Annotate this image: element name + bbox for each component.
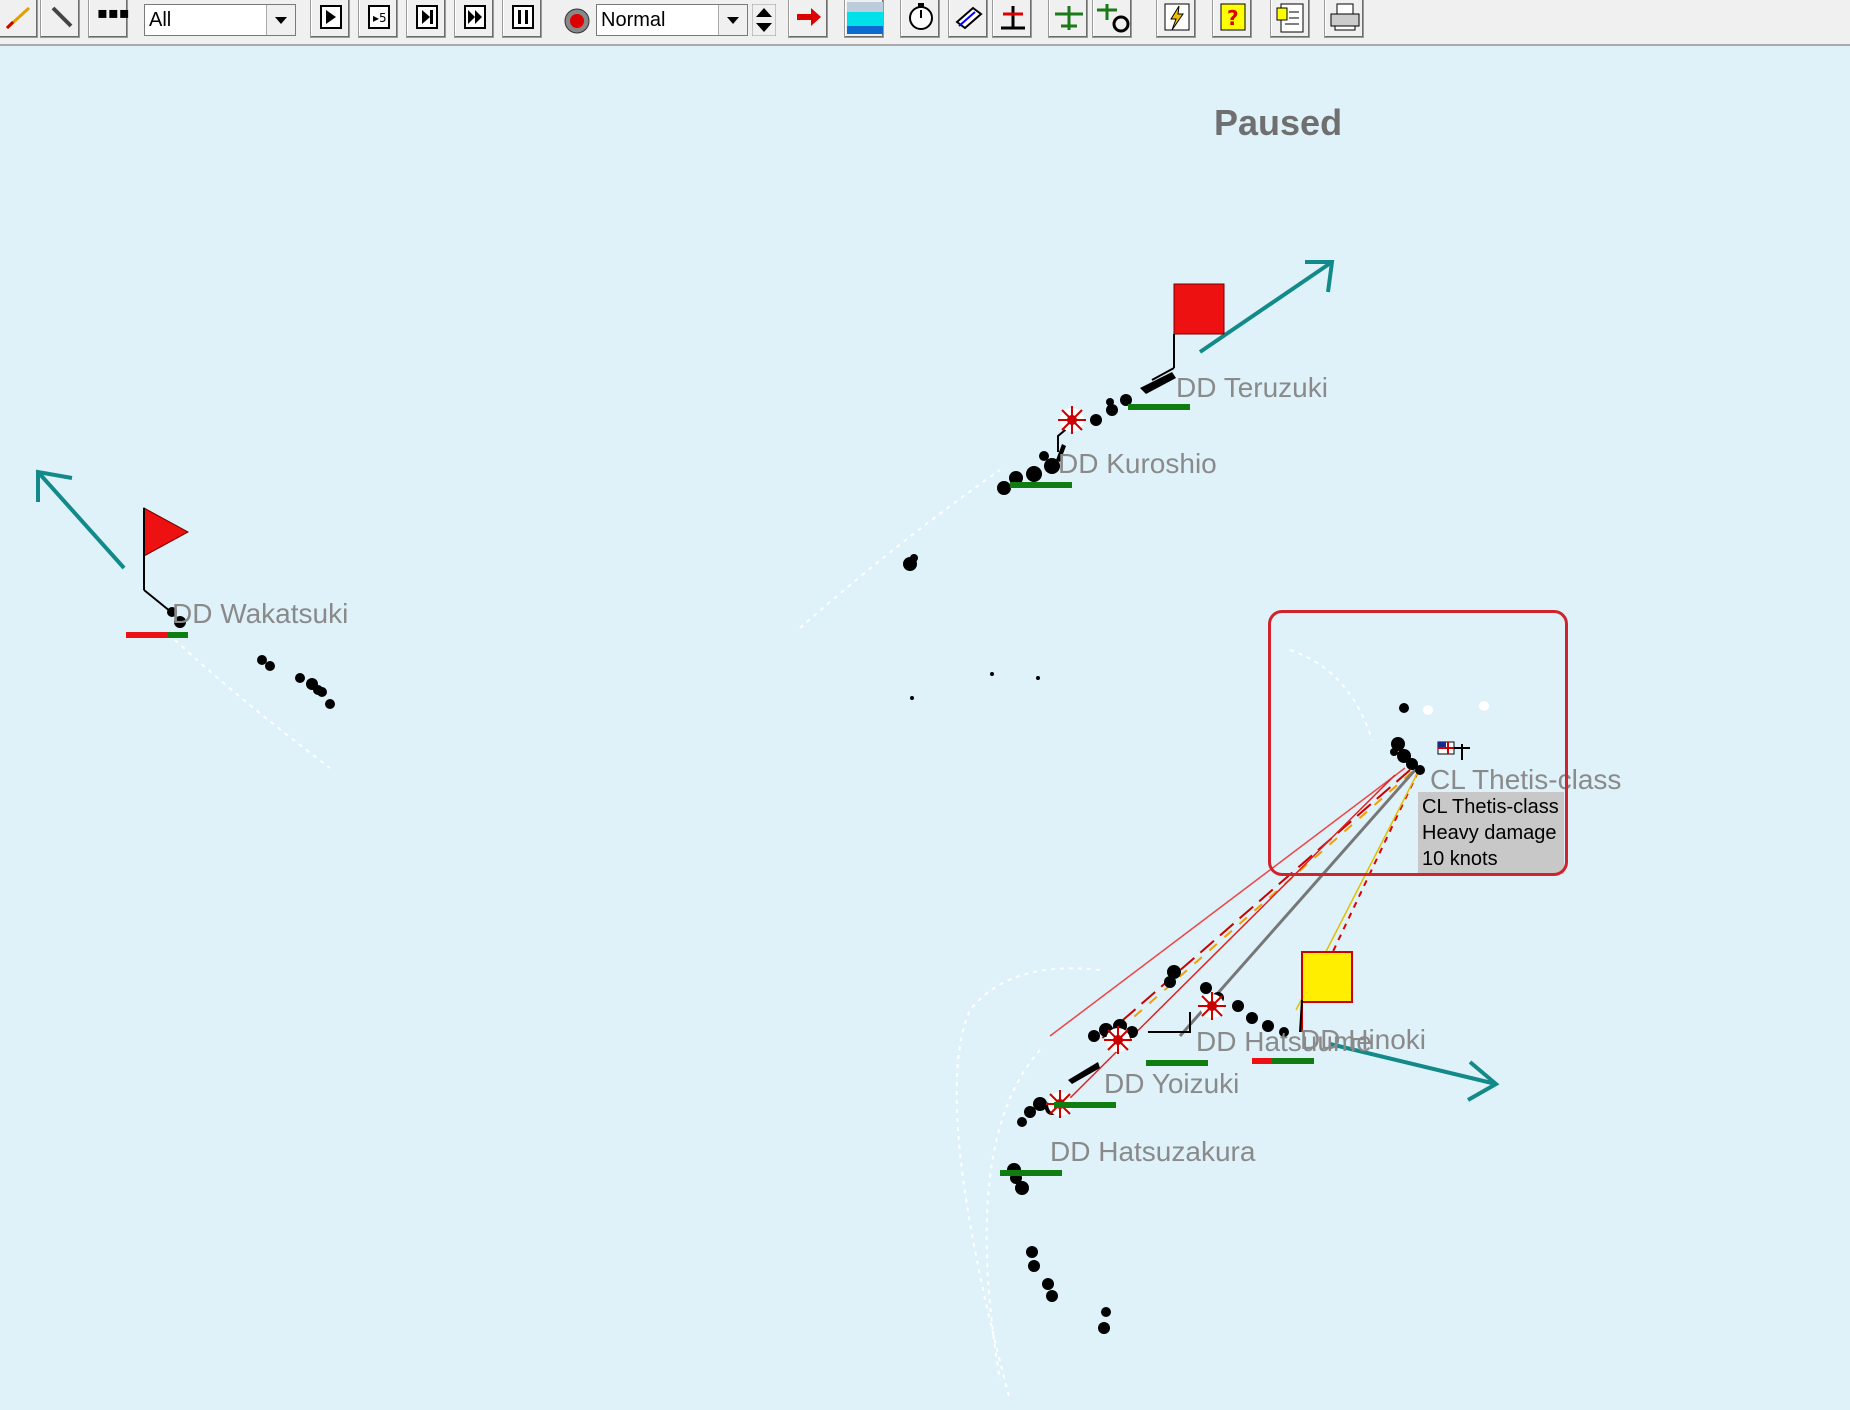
ship-label-wakatsuki[interactable]: DD Wakatsuki	[172, 598, 348, 630]
health-bars	[126, 404, 1314, 1176]
selection-highlight	[1268, 610, 1568, 876]
health-bar-teruzuki	[1128, 404, 1190, 410]
flag-red-square[interactable]	[1173, 283, 1225, 368]
health-bar-hinoki	[1252, 1058, 1314, 1064]
ship-label-hinoki[interactable]: DD Hinoki	[1300, 1024, 1426, 1056]
ship-marker-debris-2	[257, 655, 335, 709]
ship-label-kuroshio[interactable]: DD Kuroshio	[1058, 448, 1217, 480]
rising-sun-markers	[1046, 406, 1226, 1118]
flag-yellow-square[interactable]	[1301, 951, 1353, 1032]
tactical-map[interactable]	[0, 0, 1850, 1410]
ship-wakes	[174, 469, 1373, 1401]
ship-label-yoizuki[interactable]: DD Yoizuki	[1104, 1068, 1239, 1100]
health-bar-wakatsuki	[126, 632, 188, 638]
rising-sun-icon	[1104, 1026, 1132, 1054]
health-bar-hatsuzakura	[1000, 1170, 1062, 1176]
health-bar-hatsuume	[1146, 1060, 1208, 1066]
rising-sun-icon	[1058, 406, 1086, 434]
ship-label-hatsuzakura[interactable]: DD Hatsuzakura	[1050, 1136, 1255, 1168]
ship-marker-debris-1	[903, 554, 918, 571]
ship-marker-debris-4	[1026, 1246, 1111, 1334]
health-bar-kuroshio	[1010, 482, 1072, 488]
ship-marker-debris-3	[910, 672, 1040, 700]
rising-sun-icon	[1198, 992, 1226, 1020]
ship-marker-teruzuki	[1090, 372, 1176, 426]
health-bar-yoizuki	[1054, 1102, 1116, 1108]
ship-label-teruzuki[interactable]: DD Teruzuki	[1176, 372, 1328, 404]
heading-arrow-wakatsuki	[36, 469, 126, 570]
